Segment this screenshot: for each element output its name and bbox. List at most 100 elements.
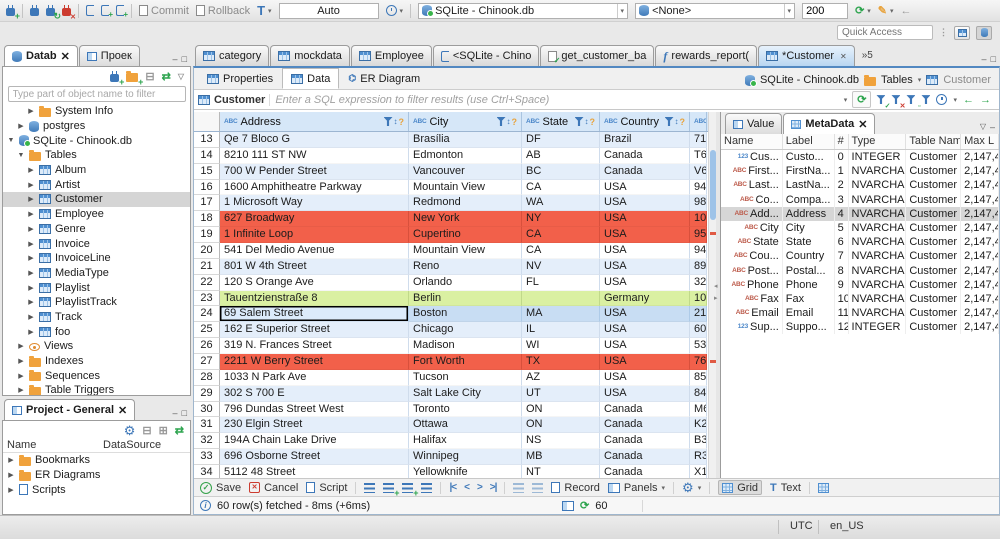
cell[interactable]: 1600 Amphitheatre Parkway	[220, 179, 409, 196]
table-row[interactable]: 31 230 Elgin Street Ottawa ON Canada K2	[194, 417, 708, 434]
panel-window-buttons[interactable]: – □	[173, 408, 191, 420]
panels-button[interactable]: Panels ▾	[607, 482, 665, 494]
table-row[interactable]: 25 162 E Superior Street Chicago IL USA 60	[194, 322, 708, 339]
cell[interactable]: Cupertino	[409, 227, 522, 244]
table-row[interactable]: 21 801 W 4th Street Reno NV USA 89	[194, 258, 708, 275]
close-icon[interactable]: ✕	[61, 50, 70, 63]
breadcrumb-connection[interactable]: SQLite - Chinook.db	[760, 74, 859, 86]
metadata-row-state[interactable]: ABCStateState6NVARCHARCustomer2,147,483	[721, 235, 999, 250]
collapse-all-icon[interactable]: ⊟	[142, 424, 151, 437]
cell[interactable]: Toronto	[409, 401, 522, 418]
twistie-icon[interactable]: ▶	[27, 240, 35, 248]
metadata-row-city[interactable]: ABCCityCity5NVARCHARCustomer2,147,483	[721, 220, 999, 236]
metadata-row-country[interactable]: ABCCou...Country7NVARCHARCustomer2,147,4…	[721, 249, 999, 264]
cell[interactable]: 796 Dundas Street West	[220, 401, 409, 418]
filter-icon[interactable]	[383, 117, 393, 126]
cell[interactable]: 1 Microsoft Way	[220, 195, 409, 212]
twistie-icon[interactable]: ▶	[27, 181, 35, 189]
metadata-row-suppo[interactable]: 123Sup...Suppo...12INTEGERCustomer2,147,…	[721, 320, 999, 335]
tree-item-album[interactable]: ▶ Album	[3, 163, 190, 178]
fetch-prev-icon[interactable]: ←	[963, 94, 974, 106]
column-header-state[interactable]: ABC State ↕?	[522, 112, 600, 131]
cell[interactable]: USA	[600, 258, 690, 275]
cell[interactable]: Berlin	[409, 290, 522, 307]
cell[interactable]: Reno	[409, 258, 522, 275]
zoom-icon[interactable]	[532, 482, 544, 493]
record-button[interactable]: Record	[551, 482, 600, 494]
cell[interactable]: AB	[522, 147, 600, 164]
cell[interactable]: 627 Broadway	[220, 211, 409, 228]
transaction-log-button[interactable]: T ▾	[257, 3, 271, 18]
cell[interactable]: 69 Salem Street	[220, 306, 409, 323]
table-row[interactable]: 32 194A Chain Lake Drive Halifax NS Canada B3	[194, 433, 708, 450]
cell[interactable]: UT	[522, 385, 600, 402]
close-icon[interactable]: ✕	[840, 52, 847, 61]
project-item-scripts[interactable]: ▶ Scripts	[3, 482, 190, 497]
breadcrumb-entity[interactable]: Customer	[943, 74, 991, 86]
filter-custom-icon[interactable]: ▫	[906, 94, 920, 110]
table-row[interactable]: 15 700 W Pender Street Vancouver BC Canada V6	[194, 163, 708, 180]
refresh-button[interactable]: ⟳	[852, 91, 872, 108]
cell[interactable]: New York	[409, 211, 522, 228]
cell[interactable]: Canada	[600, 449, 690, 466]
cell[interactable]: 60	[690, 322, 707, 339]
table-row[interactable]: 22 120 S Orange Ave Orlando FL USA 32	[194, 274, 708, 291]
tree-item-sequences[interactable]: ▶ Sequences	[3, 368, 190, 383]
cell[interactable]: 2211 W Berry Street	[220, 354, 409, 370]
tx-history-button[interactable]: ▾	[385, 5, 403, 16]
cell[interactable]: Mountain View	[409, 243, 522, 259]
script-button[interactable]: Script	[306, 482, 347, 494]
twistie-icon[interactable]: ▶	[17, 386, 25, 394]
close-icon[interactable]: ✕	[858, 118, 867, 131]
cell[interactable]: Edmonton	[409, 147, 522, 164]
tab-database-navigator[interactable]: Datab ✕	[4, 45, 78, 66]
cell[interactable]: 696 Osborne Street	[220, 449, 409, 466]
cell[interactable]: Canada	[600, 417, 690, 434]
tab-data[interactable]: Data	[282, 68, 340, 89]
first-row-button[interactable]: |<	[449, 482, 457, 493]
twistie-icon[interactable]: ▶	[17, 357, 25, 365]
quick-access-input[interactable]	[837, 25, 933, 40]
add-row-icon[interactable]	[383, 482, 399, 498]
table-row[interactable]: 29 302 S 700 E Salt Lake City UT USA 84	[194, 385, 708, 402]
cell[interactable]: 120 S Orange Ave	[220, 274, 409, 291]
reconnect-icon[interactable]	[46, 5, 61, 22]
editor-tab-rewards-report[interactable]: f rewards_report(	[655, 45, 758, 66]
side-column-name[interactable]: Name	[721, 134, 783, 149]
cell[interactable]	[522, 290, 600, 307]
project-item-bookmarks[interactable]: ▶ Bookmarks	[3, 453, 190, 468]
tree-item-invoice[interactable]: ▶ Invoice	[3, 236, 190, 251]
column-filter-controls[interactable]: ↕?	[383, 117, 404, 127]
link-with-editor-icon[interactable]: ⇄	[175, 424, 184, 437]
cell[interactable]: NY	[522, 211, 600, 228]
cell[interactable]: USA	[600, 306, 690, 323]
navigator-filter-input[interactable]	[7, 86, 186, 102]
cell[interactable]: 95	[690, 227, 707, 244]
twistie-icon[interactable]: ▶	[17, 122, 25, 130]
cell[interactable]: Madison	[409, 338, 522, 355]
cell[interactable]: B3	[690, 433, 707, 450]
twistie-icon[interactable]: ▶	[27, 210, 35, 218]
table-row[interactable]: 17 1 Microsoft Way Redmond WA USA 98	[194, 195, 708, 212]
metadata-row-postal[interactable]: ABCPost...Postal...8NVARCHARCustomer2,14…	[721, 263, 999, 278]
cell[interactable]: Germany	[600, 290, 690, 307]
cell[interactable]: ON	[522, 401, 600, 418]
commit-button[interactable]: Commit	[139, 5, 189, 17]
editor-tab-employee[interactable]: Employee	[350, 45, 432, 66]
cell[interactable]: 94	[690, 179, 707, 196]
cell[interactable]: USA	[600, 179, 690, 196]
cell[interactable]: 84	[690, 385, 707, 402]
side-column-label[interactable]: Label	[783, 134, 835, 149]
duplicate-row-icon[interactable]	[402, 482, 418, 498]
cell[interactable]: Canada	[600, 163, 690, 180]
panel-window-buttons[interactable]: ▽ –	[980, 122, 999, 134]
cell[interactable]: USA	[600, 227, 690, 244]
view-menu-icon[interactable]: ▽	[178, 72, 184, 81]
expand-all-icon[interactable]: ⊞	[159, 424, 168, 437]
twistie-icon[interactable]: ▶	[27, 328, 35, 336]
cell[interactable]: 10	[690, 211, 707, 228]
new-connection-icon[interactable]	[6, 5, 20, 21]
cell[interactable]: Orlando	[409, 274, 522, 291]
cell[interactable]: 8210 111 ST NW	[220, 147, 409, 164]
cell[interactable]: USA	[600, 354, 690, 370]
